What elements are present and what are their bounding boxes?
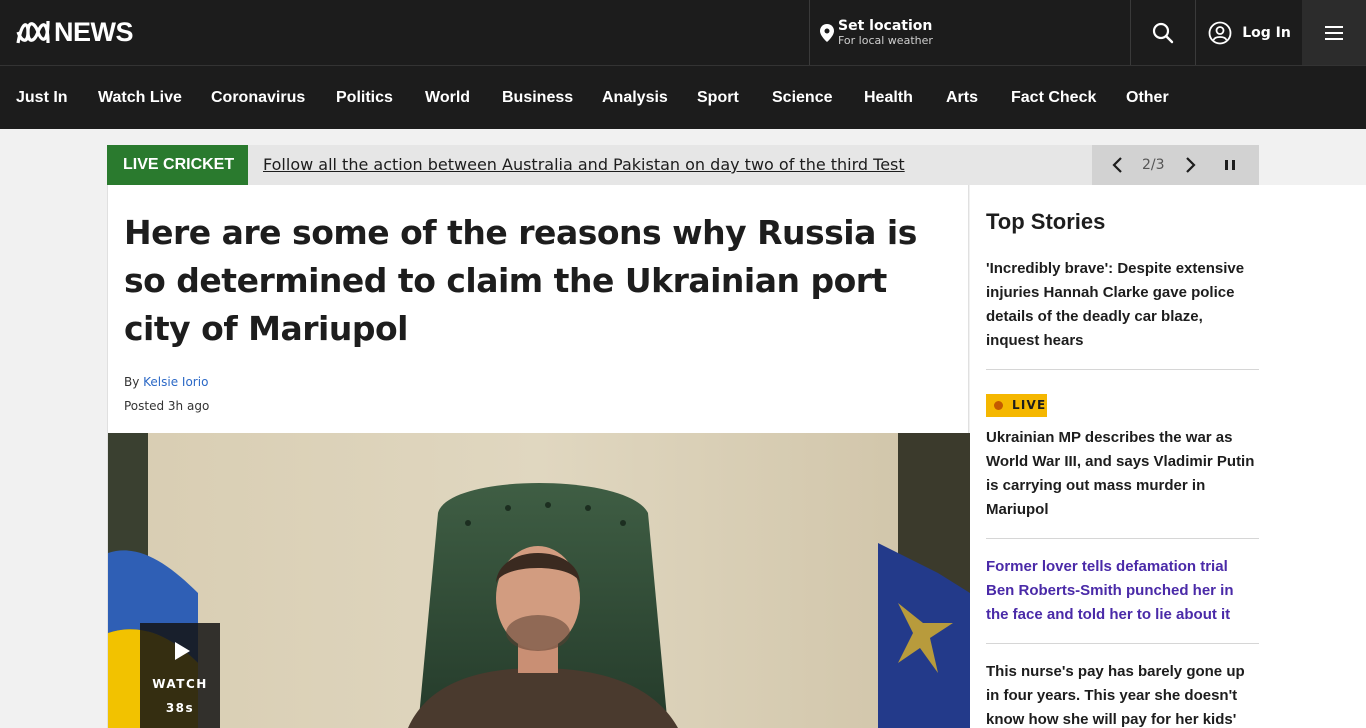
top-stories-title: Top Stories <box>986 209 1106 234</box>
location-title: Set location <box>838 17 933 34</box>
watch-label: WATCH <box>152 677 208 691</box>
nav-item-world[interactable]: World <box>425 66 470 129</box>
divider <box>986 643 1259 644</box>
author-link[interactable]: Kelsie Iorio <box>143 375 208 389</box>
ticker-counter: 2/3 <box>1142 157 1165 173</box>
pause-icon[interactable] <box>1220 155 1240 175</box>
login-label: Log In <box>1242 24 1291 41</box>
set-location-button[interactable]: Set location For local weather <box>809 0 1131 65</box>
logo-text: NEWS <box>54 17 134 47</box>
nav-item-sport[interactable]: Sport <box>697 66 739 129</box>
story-link-1[interactable]: 'Incredibly brave': Despite extensive in… <box>986 257 1259 353</box>
chevron-right-icon[interactable] <box>1180 155 1200 175</box>
hero-video[interactable]: WATCH 38s <box>108 433 970 728</box>
nav-item-politics[interactable]: Politics <box>336 66 393 129</box>
nav-item-arts[interactable]: Arts <box>946 66 978 129</box>
location-subtitle: For local weather <box>838 33 933 47</box>
ticker-controls: 2/3 <box>1092 145 1259 185</box>
live-ticker: LIVE CRICKET Follow all the action betwe… <box>107 145 1259 185</box>
location-pin-icon <box>820 23 834 42</box>
story-link-4[interactable]: This nurse's pay has barely gone up in f… <box>986 660 1259 728</box>
live-badge-label: LIVE <box>1012 398 1047 412</box>
live-badge: LIVE <box>986 394 1047 417</box>
live-dot-icon <box>994 401 1003 410</box>
abc-news-logo[interactable]: NEWS <box>16 17 134 47</box>
nav-item-just-in[interactable]: Just In <box>16 66 68 129</box>
divider <box>986 369 1259 370</box>
chevron-left-icon[interactable] <box>1108 155 1128 175</box>
divider <box>986 538 1259 539</box>
story-link-3[interactable]: Former lover tells defamation trial Ben … <box>986 555 1259 627</box>
menu-icon <box>1325 25 1343 40</box>
site-header: NEWS Set location For local weather Log … <box>0 0 1366 65</box>
main-nav: Just In Watch Live Coronavirus Politics … <box>0 65 1366 129</box>
article-headline: Here are some of the reasons why Russia … <box>124 213 917 348</box>
byline: By Kelsie Iorio <box>124 375 208 389</box>
nav-item-other[interactable]: Other <box>1126 66 1169 129</box>
ticker-link[interactable]: Follow all the action between Australia … <box>263 145 905 185</box>
nav-item-fact-check[interactable]: Fact Check <box>1011 66 1096 129</box>
nav-item-coronavirus[interactable]: Coronavirus <box>211 66 305 129</box>
top-stories-panel: Top Stories 'Incredibly brave': Despite … <box>970 185 1366 728</box>
play-icon <box>175 642 190 660</box>
nav-item-watch-live[interactable]: Watch Live <box>98 66 182 129</box>
search-icon <box>1152 22 1174 43</box>
watch-duration: 38s <box>165 701 195 715</box>
menu-button[interactable] <box>1302 0 1366 65</box>
user-icon <box>1208 21 1232 44</box>
hero-image <box>108 433 970 728</box>
search-button[interactable] <box>1130 0 1195 65</box>
nav-item-health[interactable]: Health <box>864 66 913 129</box>
story-link-2[interactable]: Ukrainian MP describes the war as World … <box>986 426 1259 522</box>
byline-prefix: By <box>124 375 144 389</box>
nav-item-science[interactable]: Science <box>772 66 832 129</box>
nav-item-analysis[interactable]: Analysis <box>602 66 668 129</box>
abc-logo-icon <box>16 20 50 44</box>
login-button[interactable]: Log In <box>1195 0 1303 65</box>
article-main: Here are some of the reasons why Russia … <box>107 185 970 728</box>
posted-time: Posted 3h ago <box>124 399 210 413</box>
watch-video-button[interactable]: WATCH 38s <box>140 623 220 728</box>
nav-item-business[interactable]: Business <box>502 66 573 129</box>
ticker-label: LIVE CRICKET <box>107 145 248 185</box>
